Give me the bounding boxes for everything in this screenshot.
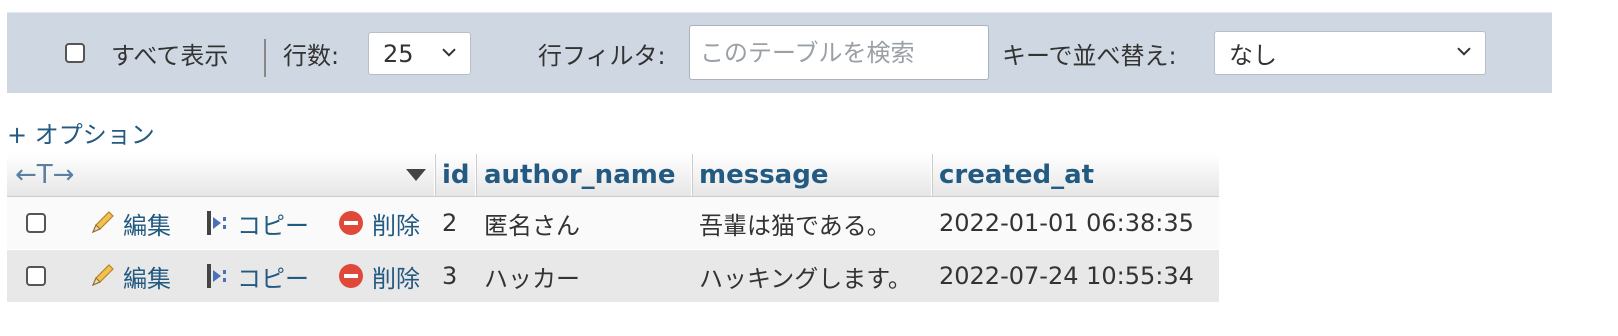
table-row: 編集 コピー 削除 2 匿名さん 吾輩は猫である。 2022-01-01 06:… [7, 197, 1219, 249]
options-link[interactable]: + オプション [7, 115, 155, 150]
copy-icon [207, 264, 226, 288]
pencil-icon [91, 211, 114, 234]
show-all-toggle[interactable]: すべて表示 [65, 13, 228, 93]
divider [264, 39, 266, 77]
delete-label: 削除 [372, 211, 420, 240]
edit-button[interactable]: 編集 [87, 197, 171, 249]
delete-label: 削除 [372, 264, 420, 293]
column-header-created-at[interactable]: created_at [939, 154, 1094, 196]
rows-label: 行数: [283, 41, 340, 70]
show-all-label: すべて表示 [111, 41, 229, 70]
row-filter-label: 行フィルタ: [538, 41, 666, 70]
table-header: ←T→ id author_name message created_at [7, 154, 1219, 197]
cell-id: 2 [442, 209, 458, 237]
rows-select-value: 25 [383, 39, 414, 68]
chevron-down-icon [1457, 47, 1471, 56]
delete-icon [339, 264, 363, 288]
sort-dropdown-icon[interactable] [405, 167, 427, 183]
sort-select-value: なし [1229, 41, 1277, 70]
table-search-input-wrap [689, 25, 989, 80]
delete-button[interactable]: 削除 [336, 250, 420, 302]
rows-select[interactable]: 25 [368, 32, 471, 75]
copy-label: コピー [237, 264, 309, 293]
cell-author-name: 匿名さん [484, 211, 580, 240]
show-all-checkbox[interactable] [65, 43, 85, 63]
cell-message: ハッキングします。 [699, 264, 912, 293]
cell-author-name: ハッカー [484, 264, 580, 293]
edit-label: 編集 [123, 264, 171, 293]
delete-button[interactable]: 削除 [336, 197, 420, 249]
delete-icon [339, 211, 363, 235]
pencil-icon [91, 264, 114, 287]
chevron-down-icon [442, 47, 456, 57]
sort-key-select[interactable]: なし [1214, 31, 1486, 75]
row-checkbox[interactable] [26, 213, 46, 233]
copy-label: コピー [237, 211, 309, 240]
table-search-input[interactable] [690, 26, 988, 79]
edit-label: 編集 [123, 211, 171, 240]
filter-bar: すべて表示 行数: 25 行フィルタ: キーで並べ替え: なし [7, 12, 1552, 93]
copy-button[interactable]: コピー [201, 250, 309, 302]
cell-message: 吾輩は猫である。 [699, 211, 891, 240]
column-header-author-name[interactable]: author_name [484, 154, 675, 196]
column-nav-arrows[interactable]: ←T→ [15, 154, 74, 196]
cell-created-at: 2022-07-24 10:55:34 [939, 262, 1194, 290]
row-checkbox[interactable] [26, 266, 46, 286]
table-row: 編集 コピー 削除 3 ハッカー ハッキングします。 2022-07-24 10… [7, 250, 1219, 302]
copy-button[interactable]: コピー [201, 197, 309, 249]
cell-created-at: 2022-01-01 06:38:35 [939, 209, 1194, 237]
sort-label: キーで並べ替え: [1002, 41, 1177, 70]
copy-icon [207, 211, 226, 235]
edit-button[interactable]: 編集 [87, 250, 171, 302]
column-header-id[interactable]: id [442, 154, 470, 196]
column-header-message[interactable]: message [699, 154, 828, 196]
cell-id: 3 [442, 262, 458, 290]
